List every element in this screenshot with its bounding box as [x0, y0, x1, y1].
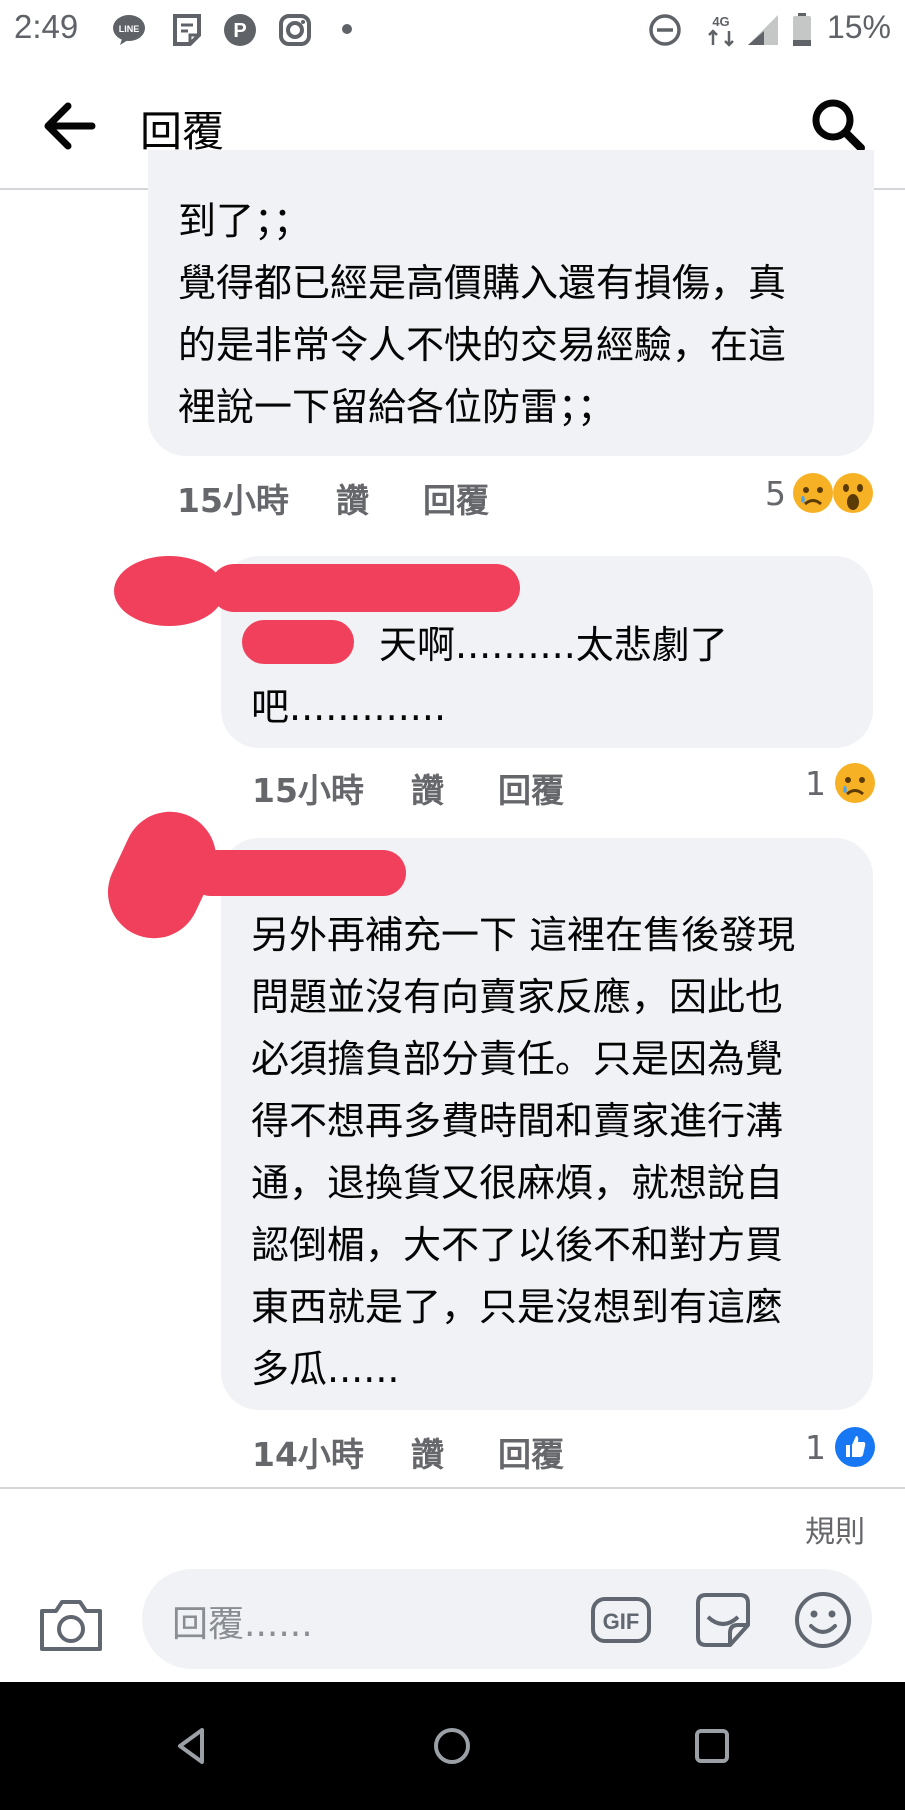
status-time: 2:49 [14, 8, 79, 45]
back-arrow-icon[interactable] [40, 100, 96, 152]
line-icon: LINE [113, 15, 145, 45]
comment-actions: 15小時 讚 回覆 [252, 758, 852, 810]
rules-link[interactable]: 規則 [805, 1507, 865, 1551]
like-button[interactable]: 讚 [411, 764, 444, 812]
redacted-name [210, 564, 520, 612]
instagram-icon [279, 14, 311, 46]
reaction-summary[interactable]: 1 [800, 758, 878, 808]
comment-actions: 14小時 讚 回覆 [252, 1422, 852, 1474]
like-button[interactable]: 讚 [336, 474, 369, 522]
nav-home-icon[interactable] [428, 1722, 476, 1770]
status-bar: 2:49 LINE P 4G 15% [0, 0, 905, 62]
comment-text: 另外再補充一下 這裡在售後發現 問題並沒有向賣家反應，因此也 必須擔負部分責任。… [251, 913, 796, 1391]
notes-icon [173, 14, 201, 46]
sad-icon [793, 473, 833, 513]
sticker-icon[interactable] [692, 1589, 754, 1651]
wow-icon [833, 473, 873, 513]
comment-bubble[interactable]: 到了；； 覺得都已經是高價購入還有損傷，真 的是非常令人不快的交易經驗，在這 裡… [148, 150, 874, 456]
reply-input[interactable]: 回覆...... GIF [142, 1569, 872, 1669]
dnd-icon [649, 14, 681, 46]
reply-button[interactable]: 回覆 [498, 1428, 564, 1476]
reaction-count: 1 [805, 764, 826, 803]
emoji-icon[interactable] [792, 1589, 854, 1651]
system-nav-bar [0, 1682, 905, 1810]
comment-time: 15小時 [252, 771, 364, 810]
p-icon: P [224, 14, 256, 46]
reaction-count: 1 [805, 1428, 826, 1467]
nav-back-icon[interactable] [168, 1722, 216, 1770]
comment-composer: 規則 回覆...... GIF [0, 1487, 905, 1682]
svg-text:4G: 4G [712, 14, 729, 29]
redacted-mention [242, 620, 354, 664]
comment-text: 到了；； 覺得都已經是高價購入還有損傷，真 的是非常令人不快的交易經驗，在這 裡… [178, 199, 787, 429]
signal-icon [748, 15, 778, 45]
nav-recents-icon[interactable] [688, 1722, 736, 1770]
redacted-avatar [114, 556, 224, 626]
gif-icon[interactable]: GIF [590, 1589, 652, 1651]
like-button[interactable]: 讚 [411, 1428, 444, 1476]
camera-icon[interactable] [38, 1597, 104, 1653]
comment-time: 14小時 [252, 1435, 364, 1474]
reaction-summary[interactable]: 1 [800, 1422, 878, 1472]
comment-bubble[interactable]: 另外再補充一下 這裡在售後發現 問題並沒有向賣家反應，因此也 必須擔負部分責任。… [221, 838, 873, 1410]
redacted-name [188, 850, 406, 896]
reaction-count: 5 [765, 474, 786, 513]
comment-time: 15小時 [177, 481, 289, 520]
network-icon: 4G [708, 14, 734, 47]
dot-icon [342, 24, 352, 34]
svg-text:LINE: LINE [119, 24, 140, 34]
reply-button[interactable]: 回覆 [423, 474, 489, 522]
battery-icon [793, 13, 811, 46]
like-icon [835, 1427, 875, 1467]
search-icon[interactable] [809, 96, 867, 154]
svg-text:P: P [233, 20, 246, 42]
sad-icon [835, 763, 875, 803]
reply-placeholder: 回覆...... [172, 1604, 313, 1645]
battery-percent: 15% [826, 9, 891, 45]
reaction-summary[interactable]: 5 [760, 468, 878, 518]
reply-button[interactable]: 回覆 [498, 764, 564, 812]
svg-text:GIF: GIF [603, 1609, 640, 1634]
